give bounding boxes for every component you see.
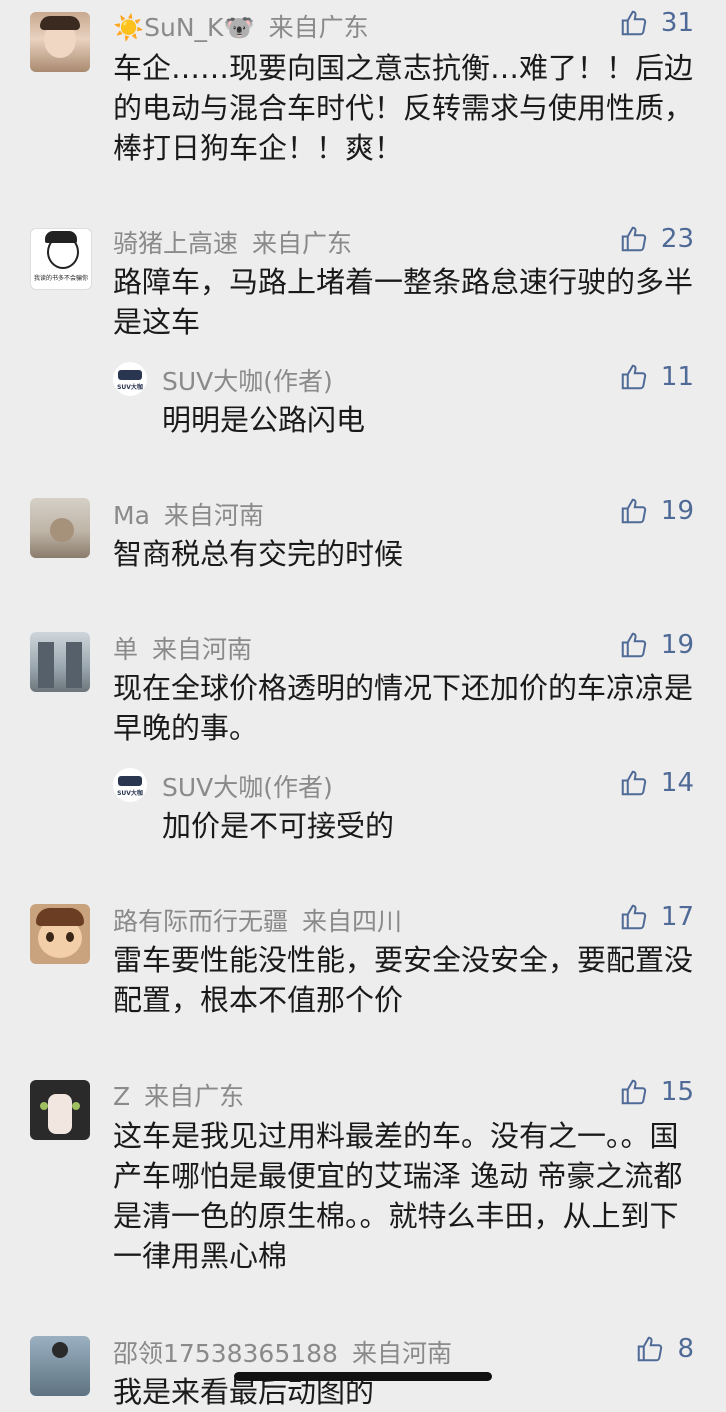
comment-text: 路障车，马路上堵着一整条路怠速行驶的多半是这车 — [113, 265, 694, 339]
avatar-caption: 我读的书多不会骗你 — [33, 275, 88, 282]
reply-author[interactable]: SUV大咖(作者) — [162, 768, 333, 804]
author-avatar[interactable]: SUV大咖 — [113, 362, 147, 396]
like-count: 15 — [660, 1077, 694, 1107]
comment-location: 来自四川 — [302, 907, 403, 936]
avatar[interactable] — [30, 498, 90, 558]
comment-author[interactable]: Z 来自广东 — [113, 1077, 244, 1113]
like-button[interactable]: 15 — [619, 1077, 694, 1107]
comment-author[interactable]: 骑猪上高速 来自广东 — [113, 224, 352, 260]
koala-emoji-icon: 🐨 — [223, 13, 255, 42]
thumbs-up-icon — [621, 632, 647, 658]
comment-author[interactable]: ☀️SuN_K🐨 来自广东 — [113, 8, 369, 44]
sun-emoji-icon: ☀️ — [113, 13, 145, 42]
like-button[interactable]: 14 — [619, 768, 694, 798]
like-count: 17 — [660, 902, 694, 932]
reply-text: 加价是不可接受的 — [162, 809, 395, 843]
like-button[interactable]: 11 — [619, 362, 694, 392]
like-count: 23 — [660, 224, 694, 254]
like-button[interactable]: 19 — [619, 630, 694, 660]
comment-text: 雷车要性能没性能，要安全没安全，要配置没配置，根本不值那个价 — [113, 943, 694, 1017]
like-count: 19 — [660, 496, 694, 526]
comment-location: 来自广东 — [268, 13, 369, 42]
comment-location: 来自河南 — [152, 635, 253, 664]
like-count: 31 — [660, 8, 694, 38]
comment-location: 来自广东 — [144, 1082, 245, 1111]
comment-author[interactable]: 单来自河南 — [113, 630, 252, 666]
avatar[interactable]: 我读的书多不会骗你 — [30, 228, 92, 290]
like-count: 14 — [660, 768, 694, 798]
reply-author[interactable]: SUV大咖(作者) — [162, 362, 333, 398]
thumbs-up-icon — [621, 1079, 647, 1105]
like-count: 19 — [660, 630, 694, 660]
like-count: 11 — [660, 362, 694, 392]
author-avatar[interactable]: SUV大咖 — [113, 768, 147, 802]
comment-location: 来自广东 — [252, 229, 353, 258]
thumbs-up-icon — [621, 226, 647, 252]
like-button[interactable]: 8 — [635, 1334, 694, 1364]
avatar[interactable] — [30, 1336, 90, 1396]
home-indicator[interactable] — [234, 1372, 492, 1381]
comment-author[interactable]: Ma 来自河南 — [113, 496, 264, 532]
reply-text: 明明是公路闪电 — [162, 403, 366, 437]
comment-author[interactable]: 路有际而行无疆 来自四川 — [113, 902, 402, 938]
thumbs-up-icon — [621, 10, 647, 36]
comment-location: 来自河南 — [163, 501, 264, 530]
comment-location: 来自河南 — [351, 1339, 452, 1368]
comment-author[interactable]: 邵领17538365188 来自河南 — [113, 1334, 452, 1370]
like-button[interactable]: 19 — [619, 496, 694, 526]
avatar-label: SUV大咖 — [117, 384, 143, 391]
comment-text: 这车是我见过用料最差的车。没有之一。。国产车哪怕是最便宜的艾瑞泽 逸动 帝豪之流… — [113, 1119, 683, 1273]
thumbs-up-icon — [621, 904, 647, 930]
avatar[interactable] — [30, 632, 90, 692]
thumbs-up-icon — [621, 498, 647, 524]
comment-text: 现在全球价格透明的情况下还加价的车凉凉是早晚的事。 — [113, 671, 694, 745]
comment-text: 智商税总有交完的时候 — [113, 537, 404, 571]
avatar-label: SUV大咖 — [117, 790, 143, 797]
thumbs-up-icon — [621, 770, 647, 796]
thumbs-up-icon — [621, 364, 647, 390]
comment-text: 车企……现要向国之意志抗衡…难了！！后边的电动与混合车时代！反转需求与使用性质，… — [113, 51, 694, 165]
thumbs-up-icon — [638, 1336, 663, 1362]
like-button[interactable]: 17 — [619, 902, 694, 932]
like-button[interactable]: 31 — [619, 8, 694, 38]
avatar[interactable] — [30, 1080, 90, 1140]
like-button[interactable]: 23 — [619, 224, 694, 254]
avatar[interactable] — [30, 12, 90, 72]
like-count: 8 — [677, 1334, 694, 1364]
avatar[interactable] — [30, 904, 90, 964]
